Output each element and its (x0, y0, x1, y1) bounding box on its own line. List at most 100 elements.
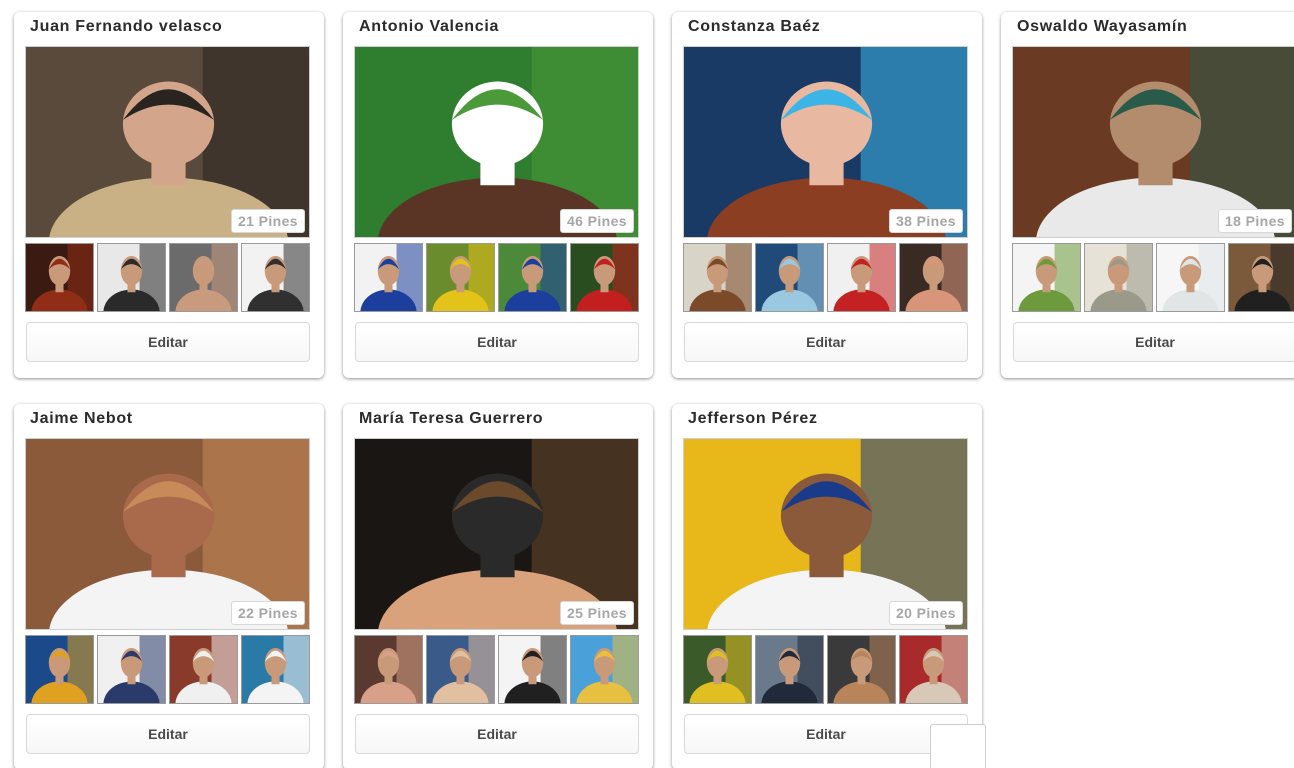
pin-count-badge: 22 Pines (230, 601, 305, 625)
board-thumbnails (25, 243, 313, 313)
board-card: Antonio Valencia 46 Pines Editar (343, 12, 653, 378)
thumbnail-photo (170, 244, 237, 311)
board-thumbnail[interactable] (354, 243, 423, 312)
thumbnail-photo (427, 244, 494, 311)
board-thumbnail[interactable] (899, 243, 968, 312)
board-title[interactable]: Antonio Valencia (359, 18, 499, 36)
thumbnail-photo (828, 244, 895, 311)
board-thumbnail[interactable] (241, 243, 310, 312)
thumbnail-photo (828, 636, 895, 703)
thumbnail-photo (756, 244, 823, 311)
thumbnail-photo (684, 244, 751, 311)
board-thumbnail[interactable] (683, 243, 752, 312)
board-thumbnail[interactable] (570, 243, 639, 312)
board-thumbnails (683, 635, 971, 705)
thumbnail-photo (355, 636, 422, 703)
board-thumbnail[interactable] (498, 243, 567, 312)
board-thumbnail[interactable] (827, 243, 896, 312)
thumbnail-photo (242, 244, 309, 311)
board-thumbnail[interactable] (169, 243, 238, 312)
pin-count-badge: 20 Pines (888, 601, 963, 625)
board-title[interactable]: Constanza Baéz (688, 18, 821, 36)
board-thumbnail[interactable] (426, 243, 495, 312)
board-card: Jefferson Pérez 20 Pines Editar (672, 404, 982, 768)
board-title[interactable]: María Teresa Guerrero (359, 410, 543, 428)
board-title[interactable]: Jaime Nebot (30, 410, 133, 428)
edit-board-button[interactable]: Editar (26, 322, 310, 362)
thumbnail-photo (355, 244, 422, 311)
board-thumbnail[interactable] (169, 635, 238, 704)
thumbnail-photo (571, 636, 638, 703)
board-card: Constanza Baéz 38 Pines Editar (672, 12, 982, 378)
board-thumbnail[interactable] (498, 635, 567, 704)
thumbnail-photo (684, 636, 751, 703)
board-thumbnail[interactable] (1228, 243, 1294, 312)
board-thumbnail[interactable] (426, 635, 495, 704)
thumbnail-photo (242, 636, 309, 703)
edit-board-button[interactable]: Editar (355, 322, 639, 362)
boards-page: Juan Fernando velasco 21 Pines Editar An… (0, 0, 1294, 768)
thumbnail-photo (1085, 244, 1152, 311)
thumbnail-photo (1013, 244, 1080, 311)
thumbnail-photo (499, 244, 566, 311)
board-thumbnails (1012, 243, 1294, 313)
board-thumbnail[interactable] (899, 635, 968, 704)
edit-board-button[interactable]: Editar (684, 322, 968, 362)
board-thumbnails (683, 243, 971, 313)
pin-count-badge: 38 Pines (888, 209, 963, 233)
thumbnail-photo (26, 244, 93, 311)
pin-count-badge: 21 Pines (230, 209, 305, 233)
board-thumbnail[interactable] (25, 635, 94, 704)
thumbnail-photo (427, 636, 494, 703)
thumbnail-photo (571, 244, 638, 311)
thumbnail-photo (900, 244, 967, 311)
board-thumbnail[interactable] (97, 635, 166, 704)
board-cover-image[interactable]: 25 Pines (354, 438, 639, 630)
thumbnail-photo (170, 636, 237, 703)
board-thumbnail[interactable] (1156, 243, 1225, 312)
thumbnail-photo (98, 636, 165, 703)
board-title[interactable]: Jefferson Pérez (688, 410, 818, 428)
edit-board-button[interactable]: Editar (1013, 322, 1294, 362)
board-thumbnail[interactable] (755, 635, 824, 704)
board-thumbnails (25, 635, 313, 705)
board-thumbnail[interactable] (354, 635, 423, 704)
board-cover-image[interactable]: 38 Pines (683, 46, 968, 238)
scroll-to-top-button[interactable] (930, 724, 986, 768)
board-thumbnail[interactable] (570, 635, 639, 704)
thumbnail-photo (26, 636, 93, 703)
board-card: Oswaldo Wayasamín 18 Pines Editar (1001, 12, 1294, 378)
thumbnail-photo (98, 244, 165, 311)
board-cover-image[interactable]: 20 Pines (683, 438, 968, 630)
pin-count-badge: 25 Pines (559, 601, 634, 625)
thumbnail-photo (1157, 244, 1224, 311)
edit-board-button[interactable]: Editar (684, 714, 968, 754)
board-card: Jaime Nebot 22 Pines Editar (14, 404, 324, 768)
board-thumbnail[interactable] (1084, 243, 1153, 312)
thumbnail-photo (499, 636, 566, 703)
board-thumbnail[interactable] (97, 243, 166, 312)
board-cover-image[interactable]: 18 Pines (1012, 46, 1294, 238)
thumbnail-photo (1229, 244, 1294, 311)
board-thumbnail[interactable] (1012, 243, 1081, 312)
board-cover-image[interactable]: 21 Pines (25, 46, 310, 238)
pin-count-badge: 18 Pines (1217, 209, 1292, 233)
board-thumbnail[interactable] (241, 635, 310, 704)
pin-count-badge: 46 Pines (559, 209, 634, 233)
board-thumbnails (354, 635, 642, 705)
board-thumbnail[interactable] (827, 635, 896, 704)
board-card: María Teresa Guerrero 25 Pines Editar (343, 404, 653, 768)
thumbnail-photo (900, 636, 967, 703)
thumbnail-photo (756, 636, 823, 703)
edit-board-button[interactable]: Editar (26, 714, 310, 754)
edit-board-button[interactable]: Editar (355, 714, 639, 754)
board-cover-image[interactable]: 22 Pines (25, 438, 310, 630)
board-title[interactable]: Juan Fernando velasco (30, 18, 223, 36)
board-cover-image[interactable]: 46 Pines (354, 46, 639, 238)
board-thumbnail[interactable] (755, 243, 824, 312)
board-thumbnail[interactable] (683, 635, 752, 704)
board-thumbnail[interactable] (25, 243, 94, 312)
board-title[interactable]: Oswaldo Wayasamín (1017, 18, 1187, 36)
board-card: Juan Fernando velasco 21 Pines Editar (14, 12, 324, 378)
board-thumbnails (354, 243, 642, 313)
